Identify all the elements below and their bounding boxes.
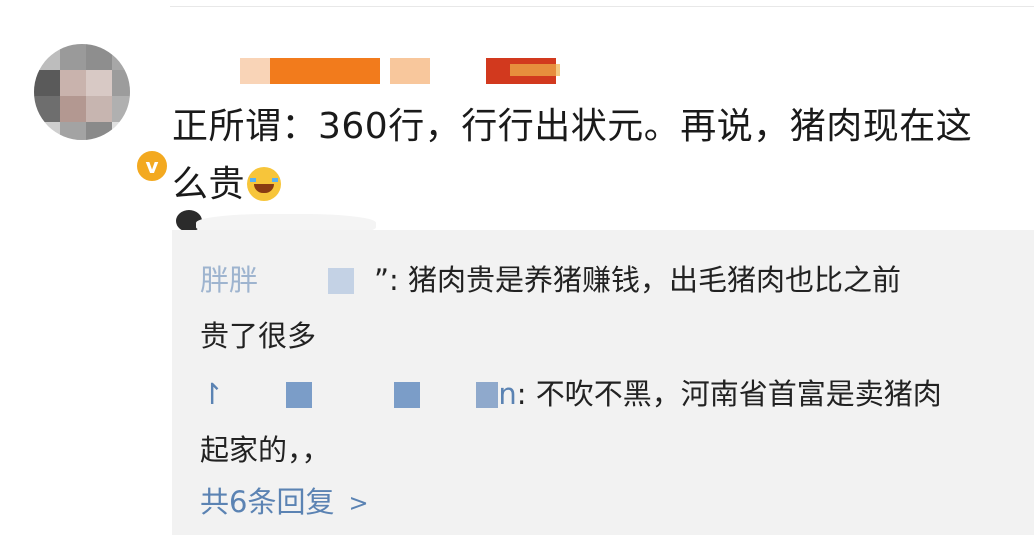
avatar-photo: [34, 44, 130, 140]
verified-badge-icon: v: [134, 148, 170, 184]
laughing-crying-emoji-icon: [247, 167, 282, 201]
top-divider: [170, 6, 1034, 7]
reply-separator: ”:: [374, 263, 409, 297]
reply-separator: :: [516, 377, 536, 411]
author-mask: [258, 258, 374, 310]
reply-author[interactable]: 胖胖: [200, 263, 258, 297]
reply-author-tail[interactable]: n: [498, 377, 516, 411]
replies-box: 胖胖 ”: 猪肉贵是养猪赚钱，出毛猪肉也比之前 贵了很多 ↾ n: 不吹不黑，河南省…: [172, 230, 1034, 535]
author-mask: [224, 372, 499, 424]
comment-text: 正所谓：360行，行行出状元。再说，猪肉现在这 么贵: [172, 98, 1032, 214]
reply-text-line1: 不吹不黑，河南省首富是卖猪肉: [535, 377, 942, 411]
avatar[interactable]: v: [34, 44, 170, 184]
chevron-right-icon: >: [348, 489, 369, 517]
reply-author[interactable]: ↾: [200, 377, 224, 411]
reply-item: ↾ n: 不吹不黑，河南省首富是卖猪肉 起家的，，: [200, 368, 1020, 476]
comment-thread: v 正所谓：360行，行行出状元。再说，猪肉现在这 么贵 胖胖 ”: 猪肉贵是养猪…: [0, 0, 1034, 535]
comment-text-line2: 么贵: [172, 164, 246, 205]
more-replies-link[interactable]: 共6条回复 >: [200, 482, 369, 523]
more-replies-label: 共6条回复: [200, 485, 335, 519]
reply-text-line1: 猪肉贵是养猪赚钱，出毛猪肉也比之前: [408, 263, 902, 297]
reply-item: 胖胖 ”: 猪肉贵是养猪赚钱，出毛猪肉也比之前 贵了很多: [200, 254, 1020, 362]
reply-text-line2: 起家的，，: [200, 433, 331, 467]
reply-text-line2: 贵了很多: [200, 319, 317, 353]
comment-text-line1: 正所谓：360行，行行出状元。再说，猪肉现在这: [172, 106, 973, 147]
comment-author-name[interactable]: [170, 58, 590, 88]
